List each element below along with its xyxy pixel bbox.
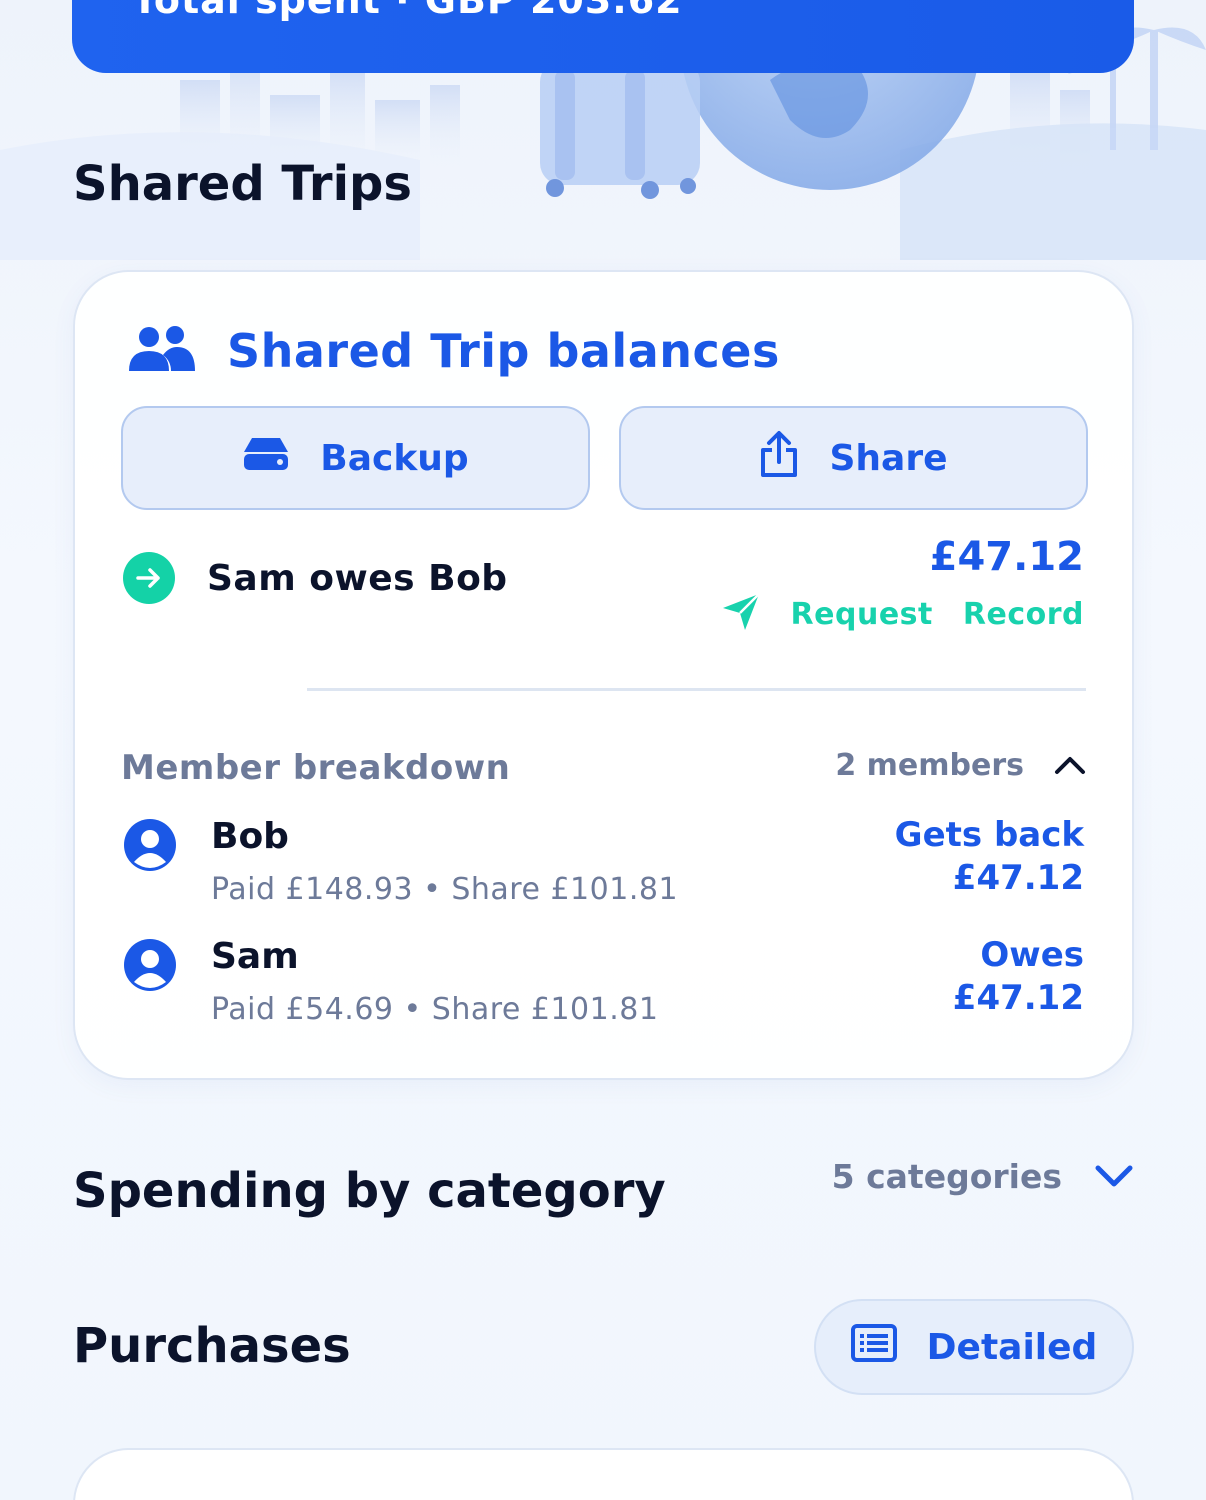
member-detail: Paid £54.69 • Share £101.81 (211, 992, 659, 1027)
member-name: Sam (211, 936, 299, 977)
shared-trip-balances-card: Shared Trip balances Backup Share Sam ow… (73, 270, 1134, 1080)
settlement-text: Sam owes Bob (207, 557, 508, 599)
arrow-right-circle-icon (123, 552, 175, 604)
member-breakdown-toggle[interactable]: 2 members (835, 748, 1086, 783)
chevron-down-icon (1094, 1157, 1134, 1196)
detailed-view-button[interactable]: Detailed (814, 1299, 1134, 1395)
settlement-actions: Request Record (721, 592, 1084, 636)
share-button[interactable]: Share (619, 406, 1088, 510)
member-status: Gets back (894, 815, 1084, 855)
backup-button[interactable]: Backup (121, 406, 590, 510)
member-amount: £47.12 (952, 858, 1084, 898)
person-circle-icon (123, 938, 177, 996)
chevron-up-icon (1054, 748, 1086, 783)
member-row: Sam Paid £54.69 • Share £101.81 Owes £47… (123, 935, 1084, 1048)
share-label: Share (829, 437, 948, 479)
category-toggle[interactable]: 5 categories (832, 1157, 1134, 1196)
settlement-amount: £47.12 (929, 534, 1084, 580)
member-name: Bob (211, 816, 289, 857)
member-amount: £47.12 (952, 978, 1084, 1018)
settlement-row: Sam owes Bob (123, 552, 508, 604)
drive-icon (242, 436, 290, 481)
purchases-card (73, 1448, 1134, 1500)
member-detail: Paid £148.93 • Share £101.81 (211, 872, 679, 907)
share-icon (759, 430, 799, 487)
member-row: Bob Paid £148.93 • Share £101.81 Gets ba… (123, 815, 1084, 928)
detailed-label: Detailed (926, 1326, 1098, 1368)
spending-by-category-heading: Spending by category (73, 1163, 666, 1219)
send-icon[interactable] (721, 592, 761, 636)
card-header: Shared Trip balances (127, 324, 780, 378)
card-title: Shared Trip balances (227, 324, 780, 378)
member-status: Owes (980, 935, 1084, 975)
purchases-heading: Purchases (73, 1318, 351, 1374)
record-button[interactable]: Record (963, 597, 1084, 632)
person-circle-icon (123, 818, 177, 876)
member-count: 2 members (835, 748, 1024, 783)
divider (307, 688, 1086, 691)
people-icon (127, 325, 197, 377)
category-count: 5 categories (831, 1157, 1062, 1196)
shared-trips-heading: Shared Trips (73, 156, 412, 212)
list-icon (850, 1323, 897, 1371)
total-spent-text: Total spent · GBP 203.62 (132, 0, 683, 22)
request-button[interactable]: Request (791, 597, 933, 632)
member-breakdown-label: Member breakdown (121, 748, 511, 788)
trip-summary-banner: Total spent · GBP 203.62 (72, 0, 1134, 73)
backup-label: Backup (320, 437, 469, 479)
member-balance: Owes £47.12 (953, 934, 1084, 1020)
member-balance: Gets back £47.12 (895, 814, 1084, 900)
